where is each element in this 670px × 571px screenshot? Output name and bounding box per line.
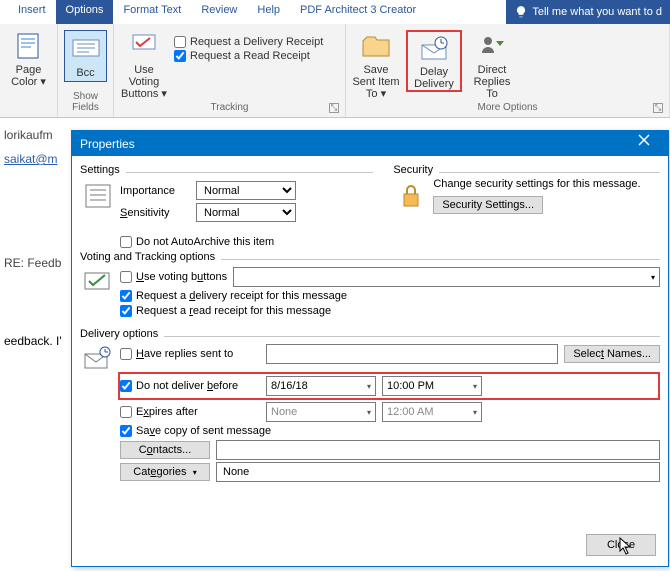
- voting-buttons-label: Use Voting Buttons ▾: [120, 64, 168, 100]
- have-replies-input[interactable]: [266, 344, 558, 364]
- contacts-input[interactable]: [216, 440, 660, 460]
- subject-hint: RE: Feedb: [4, 256, 61, 270]
- properties-dialog: Properties Settings Importance: [71, 130, 669, 567]
- do-not-deliver-date[interactable]: 8/16/18▾: [266, 376, 376, 396]
- ribbon: Page Color ▾ Bcc Show Fields Use Voting …: [0, 24, 670, 118]
- tab-help[interactable]: Help: [247, 0, 290, 24]
- settings-section-label: Settings: [80, 164, 126, 176]
- do-not-deliver-before-checkbox[interactable]: Do not deliver before: [120, 380, 238, 392]
- more-options-label: More Options⤡: [352, 102, 663, 115]
- voting-icon: [130, 32, 158, 60]
- use-voting-checkbox[interactable]: Use voting buttons: [120, 271, 227, 283]
- importance-select[interactable]: Normal: [196, 181, 296, 200]
- delivery-section-label: Delivery options: [80, 328, 164, 340]
- tell-me-box[interactable]: Tell me what you want to d: [506, 0, 670, 24]
- from-hint: lorikaufm: [4, 128, 53, 142]
- ribbon-tabs: Insert Options Format Text Review Help P…: [0, 0, 670, 24]
- tracking-launcher[interactable]: ⤡: [329, 103, 339, 113]
- clock-mail-icon: [419, 35, 449, 61]
- autoarchive-checkbox[interactable]: Do not AutoArchive this item: [120, 236, 660, 248]
- delay-delivery-button[interactable]: Delay Delivery: [410, 32, 458, 90]
- importance-label: Importance: [120, 185, 190, 197]
- bcc-label: Bcc: [65, 67, 106, 79]
- voting-tracking-icon: [83, 269, 113, 295]
- dialog-title-text: Properties: [80, 137, 135, 151]
- page-color-button[interactable]: Page Color ▾: [6, 30, 51, 88]
- lock-icon: [399, 182, 423, 210]
- tab-format-text[interactable]: Format Text: [113, 0, 191, 24]
- dialog-titlebar[interactable]: Properties: [72, 131, 668, 156]
- tab-insert[interactable]: Insert: [8, 0, 56, 24]
- request-delivery-receipt-checkbox[interactable]: Request a delivery receipt for this mess…: [120, 290, 660, 302]
- page-color-label: Page Color ▾: [6, 64, 51, 88]
- bcc-button[interactable]: Bcc: [64, 30, 107, 82]
- delay-delivery-label: Delay Delivery: [410, 66, 458, 90]
- more-options-launcher[interactable]: ⤡: [653, 103, 663, 113]
- security-section-label: Security: [393, 164, 439, 176]
- to-hint: saikat@m: [4, 152, 58, 166]
- body-hint: eedback. I': [4, 334, 62, 348]
- have-replies-checkbox[interactable]: Have replies sent to: [120, 348, 233, 360]
- delivery-icon: [83, 346, 113, 372]
- voting-buttons-select[interactable]: ▾: [233, 267, 660, 287]
- close-icon: [638, 134, 650, 146]
- categories-button[interactable]: Categories: [120, 463, 210, 481]
- request-read-receipt-ribbon[interactable]: Request a Read Receipt: [174, 50, 323, 62]
- save-sent-item-label: Save Sent Item To ▾: [352, 64, 400, 100]
- security-text: Change security settings for this messag…: [433, 178, 660, 190]
- page-icon: [16, 32, 42, 60]
- folder-icon: [361, 33, 391, 59]
- save-sent-item-button[interactable]: Save Sent Item To ▾: [352, 30, 400, 100]
- do-not-deliver-time[interactable]: 10:00 PM▾: [382, 376, 482, 396]
- categories-input[interactable]: None: [216, 462, 660, 482]
- request-delivery-receipt-ribbon[interactable]: Request a Delivery Receipt: [174, 36, 323, 48]
- direct-replies-label: Direct Replies To: [468, 64, 516, 100]
- close-button[interactable]: Close: [586, 534, 656, 556]
- lightbulb-icon: [514, 5, 528, 19]
- tab-pdf-architect[interactable]: PDF Architect 3 Creator: [290, 0, 426, 24]
- tab-review[interactable]: Review: [191, 0, 247, 24]
- settings-list-icon: [84, 182, 112, 210]
- save-copy-checkbox[interactable]: Save copy of sent message: [120, 425, 660, 437]
- expires-date[interactable]: None▾: [266, 402, 376, 422]
- replies-icon: [478, 33, 506, 59]
- tell-me-text: Tell me what you want to d: [532, 6, 662, 18]
- bcc-icon: [71, 38, 101, 60]
- sensitivity-label: Sensitivity: [120, 207, 190, 219]
- tracking-label: Tracking⤡: [120, 102, 339, 115]
- tab-options[interactable]: Options: [56, 0, 114, 24]
- contacts-button[interactable]: Contacts...: [120, 441, 210, 459]
- expires-after-checkbox[interactable]: Expires after: [120, 406, 198, 418]
- expires-time[interactable]: 12:00 AM▾: [382, 402, 482, 422]
- request-read-receipt-checkbox[interactable]: Request a read receipt for this message: [120, 305, 660, 317]
- voting-buttons-button[interactable]: Use Voting Buttons ▾: [120, 30, 168, 100]
- dialog-close-button[interactable]: [638, 134, 662, 152]
- voting-section-label: Voting and Tracking options: [80, 251, 221, 263]
- sensitivity-select[interactable]: Normal: [196, 203, 296, 222]
- show-fields-label: Show Fields: [64, 91, 107, 115]
- direct-replies-button[interactable]: Direct Replies To: [468, 30, 516, 100]
- security-settings-button[interactable]: Security Settings...: [433, 196, 543, 214]
- select-names-button[interactable]: Select Names...: [564, 345, 660, 363]
